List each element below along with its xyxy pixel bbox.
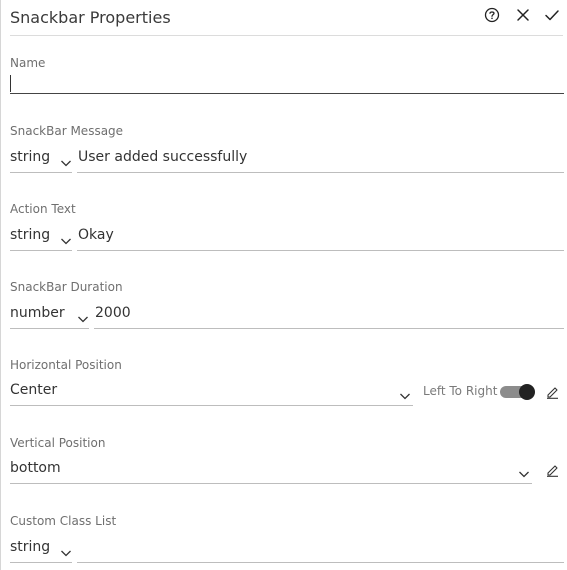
chevron-down-icon <box>60 153 72 167</box>
check-icon[interactable] <box>543 6 561 24</box>
chevron-down-icon <box>77 309 89 323</box>
custom-class-list-label: Custom Class List <box>10 514 117 528</box>
type-select-value: string <box>10 149 51 165</box>
panel-header: Snackbar Properties <box>10 0 563 36</box>
type-select-value: string <box>10 539 51 555</box>
chevron-down-icon <box>518 464 530 478</box>
snackbar-message-type-select[interactable]: string <box>10 146 72 173</box>
vertical-position-value: bottom <box>10 460 61 476</box>
action-text-type-select[interactable]: string <box>10 224 72 251</box>
panel-title: Snackbar Properties <box>10 8 171 27</box>
chevron-down-icon <box>399 386 411 400</box>
snackbar-properties-panel: Snackbar Properties Name SnackBar Messag… <box>0 0 567 570</box>
snackbar-message-input[interactable]: User added successfully <box>77 146 564 173</box>
chevron-down-icon <box>60 231 72 245</box>
snackbar-message-label: SnackBar Message <box>10 124 124 138</box>
vertical-position-label: Vertical Position <box>10 436 106 450</box>
snackbar-duration-value: 2000 <box>95 305 131 321</box>
snackbar-duration-label: SnackBar Duration <box>10 280 123 294</box>
edit-pencil-icon[interactable] <box>545 463 559 477</box>
name-input[interactable] <box>10 72 564 94</box>
chevron-down-icon <box>60 543 72 557</box>
custom-class-list-type-select[interactable]: string <box>10 536 72 563</box>
name-label: Name <box>10 56 46 70</box>
action-text-input[interactable]: Okay <box>77 224 564 251</box>
left-to-right-label: Left To Right <box>423 384 498 398</box>
edit-pencil-icon[interactable] <box>545 385 559 399</box>
action-text-value: Okay <box>78 227 114 243</box>
close-icon[interactable] <box>514 6 532 24</box>
help-circle-icon[interactable] <box>483 6 501 24</box>
action-text-label: Action Text <box>10 202 76 216</box>
horizontal-position-select[interactable]: Center <box>10 379 413 406</box>
snackbar-duration-input[interactable]: 2000 <box>94 302 564 329</box>
horizontal-position-value: Center <box>10 382 58 398</box>
type-select-value: number <box>10 305 65 321</box>
left-to-right-toggle[interactable] <box>500 384 536 400</box>
text-caret <box>10 75 11 92</box>
vertical-position-select[interactable]: bottom <box>10 457 532 484</box>
custom-class-list-input[interactable] <box>77 536 564 563</box>
toggle-knob <box>519 384 535 400</box>
type-select-value: string <box>10 227 51 243</box>
snackbar-message-value: User added successfully <box>78 149 248 165</box>
snackbar-duration-type-select[interactable]: number <box>10 302 89 329</box>
horizontal-position-label: Horizontal Position <box>10 358 122 372</box>
